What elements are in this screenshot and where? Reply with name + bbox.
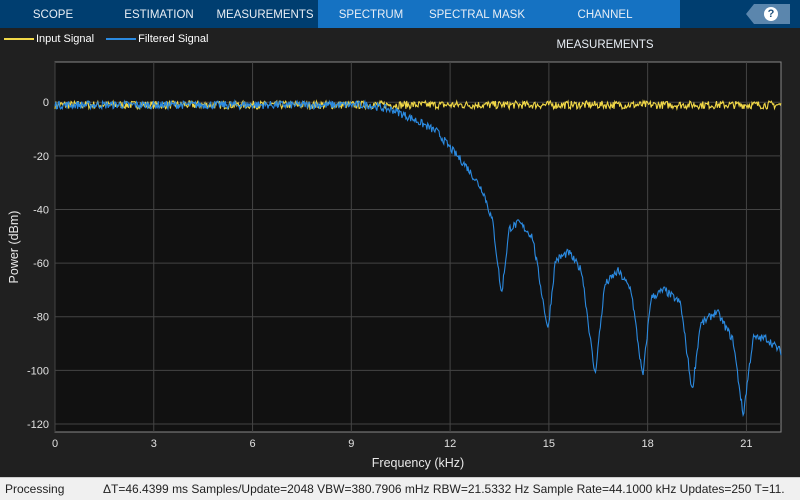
y-tick-label: -60: [33, 258, 49, 270]
x-axis-label: Frequency (kHz): [372, 456, 464, 470]
status-bar: Processing ΔT=46.4399 ms Samples/Update=…: [0, 477, 800, 500]
x-tick-label: 21: [740, 438, 752, 450]
x-tick-label: 12: [444, 438, 456, 450]
y-tick-label: -80: [33, 312, 49, 324]
y-tick-label: -120: [27, 419, 49, 431]
x-tick-label: 15: [543, 438, 555, 450]
y-tick-label: 0: [43, 97, 49, 109]
y-axis-label: Power (dBm): [7, 211, 21, 284]
y-tick-label: -40: [33, 204, 49, 216]
x-tick-label: 9: [348, 438, 354, 450]
x-tick-label: 18: [642, 438, 654, 450]
x-tick-label: 0: [52, 438, 58, 450]
status-state: Processing: [5, 482, 65, 496]
y-tick-label: -100: [27, 365, 49, 377]
y-tick-label: -20: [33, 151, 49, 163]
x-tick-label: 3: [151, 438, 157, 450]
spectrum-plot[interactable]: 0 3 6 9 12 15 18 21 0 -20 -40 -60 -80 -100 -120 Frequen…: [0, 0, 800, 477]
x-tick-label: 6: [249, 438, 255, 450]
status-info: ΔT=46.4399 ms Samples/Update=2048 VBW=38…: [103, 482, 785, 496]
plot-area: [54, 61, 782, 433]
